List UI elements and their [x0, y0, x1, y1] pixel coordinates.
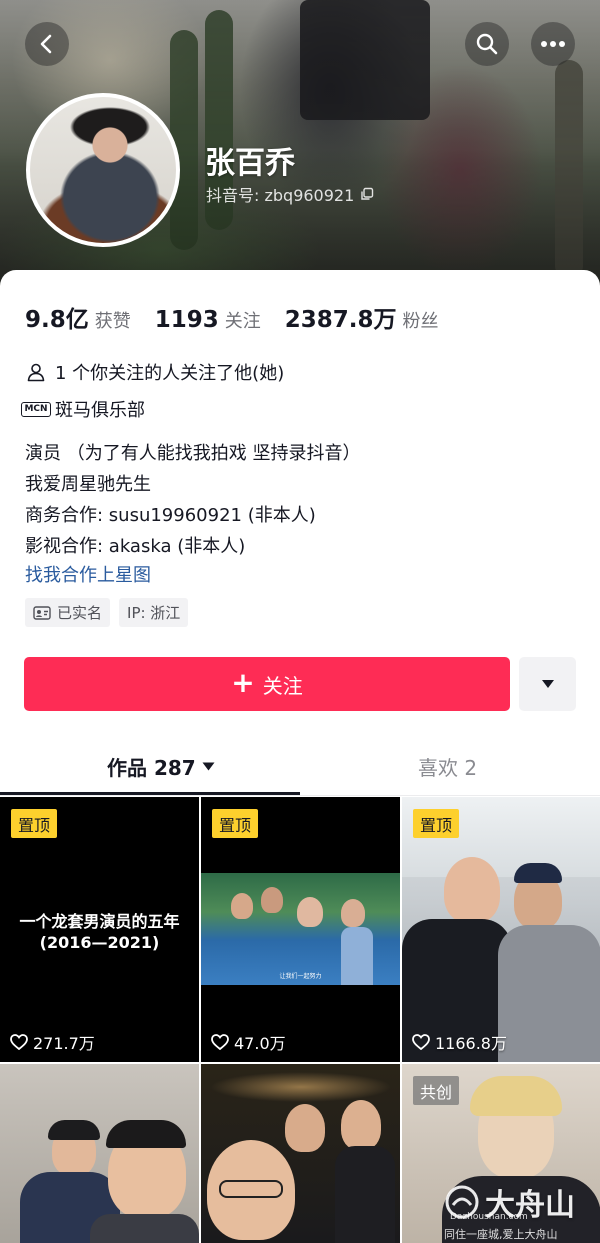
id-card-icon	[33, 605, 51, 620]
more-options-button[interactable]	[531, 22, 575, 66]
caret-down-icon	[541, 680, 554, 688]
co-creation-badge: 共创	[413, 1076, 460, 1105]
tab-divider	[0, 795, 600, 796]
bio-line: 影视合作: akaska (非本人)	[25, 536, 246, 557]
search-icon	[476, 33, 498, 55]
douyin-id-text: 抖音号: zbq960921	[206, 186, 355, 205]
back-button[interactable]	[25, 22, 69, 66]
video-title: 一个龙套男演员的五年 (2016—2021)	[19, 912, 180, 952]
recommend-dropdown-button[interactable]	[519, 657, 576, 711]
stats-row: 9.8亿 获赞 1193 关注 2387.8万 粉丝	[25, 300, 463, 334]
tab-works-label: 作品 287	[107, 756, 196, 780]
following-label[interactable]: 关注	[225, 307, 261, 333]
heart-icon	[412, 1034, 430, 1050]
watermark-slogan: 同住一座城,爱上大舟山	[444, 1228, 558, 1241]
verified-label: 已实名	[57, 604, 103, 622]
video-tile[interactable]: 置顶 1166.8万	[402, 797, 600, 1062]
pinned-badge: 置顶	[212, 809, 259, 838]
video-likes: 271.7万	[10, 1030, 95, 1054]
douyin-id[interactable]: 抖音号: zbq960921	[206, 182, 374, 206]
heart-icon	[10, 1034, 28, 1050]
follow-label: 关注	[262, 673, 303, 698]
mcn-icon: MCN	[21, 398, 51, 420]
ip-location-tag: IP: 浙江	[119, 598, 189, 627]
follow-button[interactable]: + 关注	[24, 657, 510, 711]
mcn-row[interactable]: MCN 斑马俱乐部	[21, 396, 145, 422]
likes-label: 获赞	[94, 311, 131, 332]
pinned-badge: 置顶	[11, 809, 58, 838]
mutual-follow-text: 1 个你关注的人关注了他(她)	[55, 363, 285, 384]
followers-count[interactable]: 2387.8万	[285, 300, 397, 334]
video-tile[interactable]	[0, 1064, 199, 1243]
more-dots-icon	[541, 41, 565, 47]
video-thumbnail: 让我们一起努力	[201, 873, 400, 985]
star-map-link[interactable]: 找我合作上星图	[25, 561, 151, 587]
video-tile[interactable]: 让我们一起努力 置顶 47.0万	[201, 797, 400, 1062]
bio-line: 商务合作: susu19960921 (非本人)	[25, 505, 316, 526]
bio-line: 我爱周星驰先生	[25, 474, 151, 495]
heart-icon	[211, 1034, 229, 1050]
tab-works[interactable]: 作品 287	[107, 752, 215, 781]
search-button[interactable]	[465, 22, 509, 66]
verified-tag[interactable]: 已实名	[25, 598, 111, 627]
pinned-badge: 置顶	[413, 809, 460, 838]
video-tile[interactable]	[201, 1064, 400, 1243]
video-tile[interactable]: 置顶 一个龙套男演员的五年 (2016—2021) 271.7万	[0, 797, 199, 1062]
caret-down-icon[interactable]	[202, 762, 215, 771]
tab-likes[interactable]: 喜欢 2	[418, 752, 477, 781]
video-likes: 47.0万	[211, 1030, 286, 1054]
profile-tags: 已实名 IP: 浙江	[25, 598, 189, 627]
bio: 演员 （为了有人能找我拍戏 坚持录抖音） 我爱周星驰先生 商务合作: susu1…	[25, 438, 360, 562]
avatar[interactable]	[26, 93, 180, 247]
bio-line: 演员 （为了有人能找我拍戏 坚持录抖音）	[25, 443, 361, 464]
copy-icon[interactable]	[360, 187, 374, 201]
ip-location-label: IP: 浙江	[127, 604, 181, 622]
profile-name: 张百乔	[205, 146, 295, 181]
followers-label[interactable]: 粉丝	[403, 307, 439, 333]
plus-icon: +	[231, 665, 255, 699]
tab-likes-label: 喜欢 2	[418, 756, 478, 780]
video-likes: 1166.8万	[412, 1030, 507, 1054]
person-icon	[25, 361, 47, 383]
chevron-left-icon	[40, 34, 52, 54]
following-count[interactable]: 1193	[155, 307, 219, 333]
mcn-name: 斑马俱乐部	[55, 400, 145, 421]
mutual-follow-row[interactable]: 1 个你关注的人关注了他(她)	[25, 359, 284, 385]
likes-count: 9.8亿	[25, 307, 89, 333]
watermark-url: Dazhoushan.com	[450, 1212, 528, 1222]
